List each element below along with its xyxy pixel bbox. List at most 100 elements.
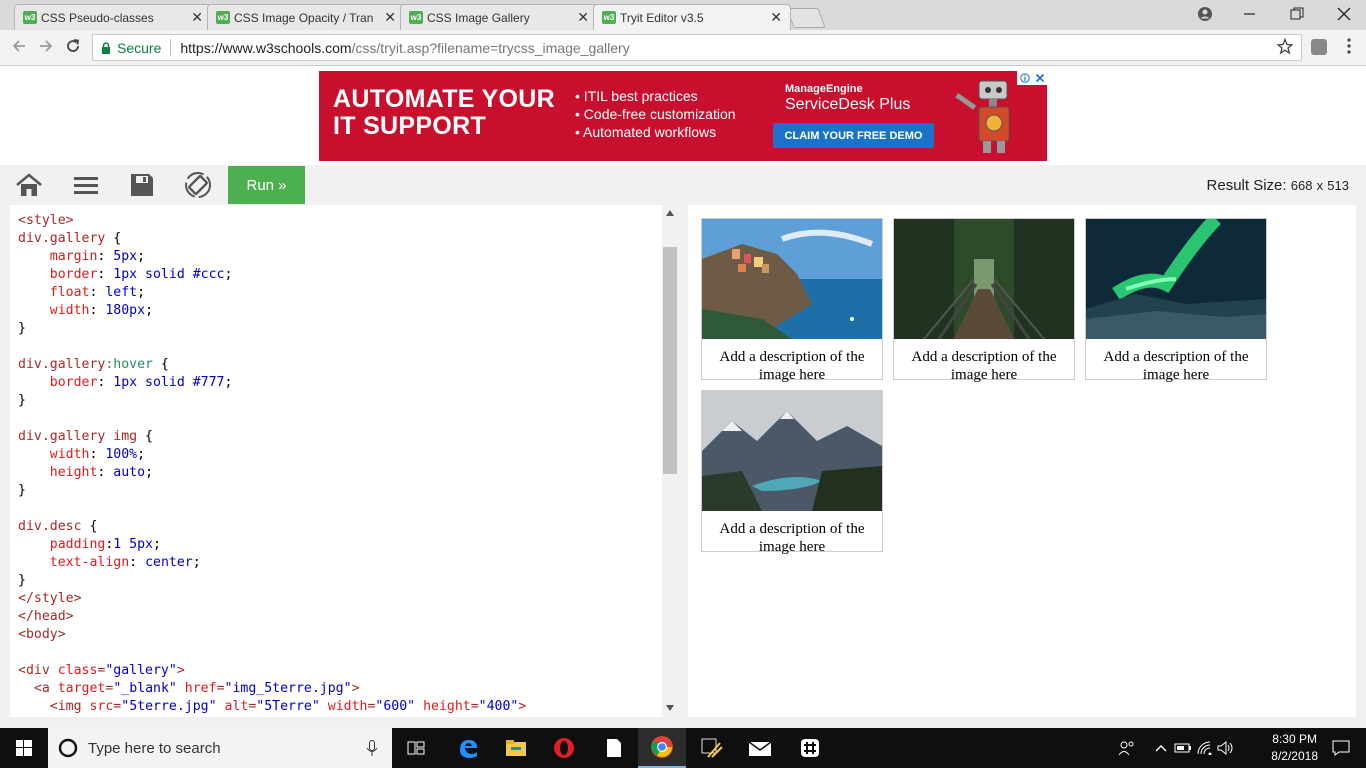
code-editor[interactable]: <style> div.gallery { margin: 5px; border… (10, 205, 678, 717)
close-window-icon[interactable] (1336, 6, 1352, 22)
code-token: <body> (18, 627, 66, 642)
code-token: : (97, 375, 114, 390)
task-view-icon[interactable] (392, 728, 440, 768)
close-tab-icon[interactable]: ✕ (770, 9, 782, 26)
edge-browser-icon[interactable] (444, 728, 492, 768)
menu-icon[interactable] (72, 172, 100, 198)
code-token: width (49, 447, 90, 462)
close-tab-icon[interactable]: ✕ (191, 9, 203, 26)
new-tab-button[interactable] (786, 8, 826, 28)
people-icon[interactable] (1118, 740, 1136, 756)
mail-icon[interactable] (736, 728, 784, 768)
tab-css-image-opacity[interactable]: w3 CSS Image Opacity / Tran ✕ (207, 4, 405, 30)
profile-icon[interactable] (1197, 6, 1213, 22)
opera-icon[interactable] (540, 728, 588, 768)
w3schools-favicon-icon: w3 (409, 11, 423, 24)
minimize-icon[interactable] (1242, 6, 1258, 22)
notifications-icon[interactable] (1332, 740, 1350, 756)
url-field[interactable]: Secure https://www.w3schools.com/css/try… (92, 34, 1302, 61)
save-icon[interactable] (128, 172, 156, 198)
scroll-thumb[interactable] (663, 247, 677, 474)
forward-arrow-icon[interactable] (37, 37, 55, 55)
code-line: float: left; (18, 284, 526, 302)
code-line: border: 1px solid #ccc; (18, 266, 526, 284)
gallery-item[interactable]: Add a description of the image here (701, 390, 883, 555)
code-token: <style> (18, 213, 74, 228)
code-token: } (18, 393, 26, 408)
mountain-lake-image[interactable] (702, 391, 882, 511)
code-scrollbar[interactable] (662, 205, 678, 717)
chevron-up-icon[interactable] (1155, 744, 1167, 752)
w3schools-favicon-icon: w3 (216, 11, 230, 24)
gallery-item[interactable]: Add a description of the image here (701, 218, 883, 383)
windows-start-icon[interactable] (0, 728, 48, 768)
tab-css-pseudo-classes[interactable]: w3 CSS Pseudo-classes ✕ (14, 4, 212, 30)
ad-choices[interactable] (1017, 71, 1047, 85)
northern-lights-image[interactable] (1086, 214, 1266, 339)
code-token: ; (192, 555, 201, 570)
code-line: div.gallery img { (18, 428, 526, 446)
browser-menu-icon[interactable] (1346, 37, 1352, 55)
close-tab-icon[interactable]: ✕ (577, 9, 589, 26)
close-ad-icon[interactable] (1035, 73, 1045, 83)
slack-icon[interactable] (786, 728, 834, 768)
code-line: } (18, 320, 526, 338)
battery-icon[interactable] (1174, 742, 1192, 754)
forest-bridge-image[interactable] (894, 219, 1074, 340)
gallery-item[interactable]: Add a description of the image here (893, 218, 1075, 383)
restore-icon[interactable] (1289, 6, 1305, 22)
code-token: border (49, 375, 98, 390)
ad-headline-line1: AUTOMATE YOUR (333, 85, 555, 113)
notepad-icon[interactable] (590, 728, 638, 768)
file-explorer-icon[interactable] (492, 728, 540, 768)
back-arrow-icon[interactable] (10, 37, 28, 55)
ad-cta-button[interactable]: CLAIM YOUR FREE DEMO (773, 123, 934, 148)
code-token: "5terre.jpg" (121, 699, 217, 714)
ad-bullet: Code-free customization (575, 105, 736, 123)
code-token: div.gallery (18, 231, 106, 246)
code-token: padding (49, 537, 106, 552)
cinque-terre-image[interactable] (702, 219, 882, 339)
code-token: target (57, 681, 106, 696)
code-line: } (18, 392, 526, 410)
info-icon[interactable] (1019, 73, 1030, 83)
code-token: height (423, 699, 471, 714)
advertisement-banner[interactable]: AUTOMATE YOUR IT SUPPORT ITIL best pract… (319, 71, 1047, 161)
home-icon[interactable] (15, 172, 43, 198)
tab-css-image-gallery[interactable]: w3 CSS Image Gallery ✕ (400, 4, 598, 30)
microphone-icon[interactable] (366, 740, 378, 756)
code-token: : (97, 249, 114, 264)
tab-tryit-editor[interactable]: w3 Tryit Editor v3.5 ✕ (593, 4, 791, 30)
volume-icon[interactable] (1217, 741, 1235, 755)
bookmark-star-icon[interactable] (1277, 38, 1293, 56)
chrome-icon[interactable] (638, 728, 686, 768)
code-line: width: 100%; (18, 446, 526, 464)
taskbar-search-box[interactable]: Type here to search (48, 728, 392, 768)
code-line: <style> (18, 212, 526, 230)
close-tab-icon[interactable]: ✕ (384, 9, 396, 26)
run-button[interactable]: Run » (228, 166, 305, 204)
code-token: "600" (375, 699, 416, 714)
snipping-tool-icon[interactable] (688, 728, 736, 768)
scroll-up-icon[interactable] (666, 210, 674, 216)
code-line: padding:1 5px; (18, 536, 526, 554)
scroll-down-icon[interactable] (666, 705, 674, 711)
code-text[interactable]: <style> div.gallery { margin: 5px; border… (18, 212, 526, 716)
code-token: float (49, 285, 90, 300)
code-token: text-align (49, 555, 130, 570)
clock[interactable]: 8:30 PM 8/2/2018 (1271, 731, 1318, 765)
gallery-item[interactable]: Add a description of the image here (1085, 214, 1267, 383)
reload-icon[interactable] (64, 37, 82, 55)
code-token: ; (153, 537, 161, 552)
rotate-layout-icon[interactable] (184, 172, 212, 198)
ad-bullets: ITIL best practices Code-free customizat… (575, 87, 736, 141)
result-size: Result Size: 668 x 513 (1207, 177, 1349, 194)
wifi-icon[interactable] (1197, 741, 1213, 755)
extension-icon[interactable] (1311, 39, 1327, 55)
